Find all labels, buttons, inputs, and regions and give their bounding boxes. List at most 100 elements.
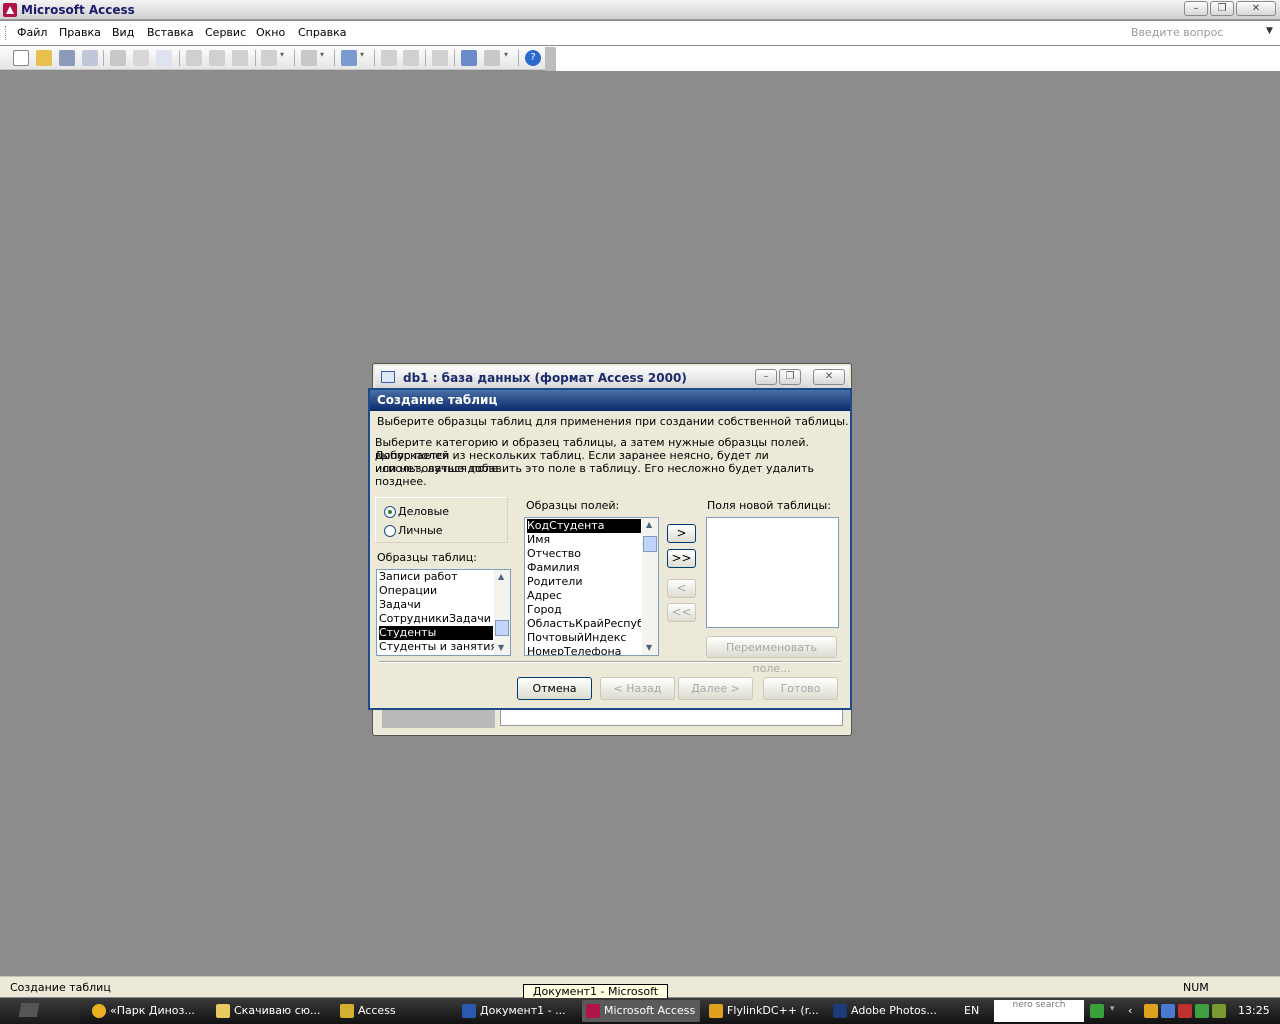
links-dropdown-icon[interactable]: ▾ (320, 50, 328, 66)
properties-icon[interactable] (432, 50, 448, 66)
access-icon[interactable] (3, 3, 17, 17)
spelling-icon[interactable] (156, 50, 172, 66)
relationships-icon[interactable] (461, 50, 477, 66)
list-item[interactable]: ОбластьКрайРеспубли (527, 617, 641, 631)
menu-grip[interactable] (5, 26, 8, 40)
new-fields-list[interactable] (706, 517, 839, 628)
menu-view[interactable]: Вид (112, 26, 134, 39)
list-item[interactable]: НомерТелефона (527, 645, 621, 655)
language-indicator[interactable]: EN (964, 1004, 979, 1017)
scroll-up-icon[interactable]: ▲ (646, 520, 652, 529)
new-object-icon[interactable] (484, 50, 500, 66)
task-word[interactable]: Документ1 - ... (458, 1000, 576, 1022)
radio-business-label[interactable]: Деловые (398, 505, 449, 518)
task-flylink[interactable]: FlylinkDC++ (r... (705, 1000, 823, 1022)
minimize-button[interactable]: – (1184, 1, 1208, 16)
print-icon[interactable] (110, 50, 126, 66)
list-item[interactable]: Записи работ (379, 570, 457, 584)
cancel-button[interactable]: Отмена (517, 677, 592, 700)
back-button[interactable]: < Назад (600, 677, 675, 700)
remove-field-button[interactable]: < (667, 579, 696, 598)
radio-personal[interactable] (384, 525, 396, 537)
scroll-down-icon[interactable]: ▼ (498, 643, 504, 652)
arrow-tray-icon[interactable] (1090, 1004, 1104, 1018)
remove-all-fields-button[interactable]: << (667, 603, 696, 622)
list-item[interactable]: Город (527, 603, 562, 617)
analyze-dropdown-icon[interactable]: ▾ (360, 50, 368, 66)
help-search-input[interactable]: Введите вопрос (1131, 26, 1276, 39)
menu-edit[interactable]: Правка (59, 26, 101, 39)
nero-search-box[interactable]: nero search (994, 1000, 1084, 1022)
undo-icon[interactable] (261, 50, 277, 66)
close-button[interactable]: ✕ (1236, 1, 1276, 16)
open-folder-icon[interactable] (36, 50, 52, 66)
add-field-button[interactable]: > (667, 524, 696, 543)
undo-dropdown-icon[interactable]: ▾ (280, 50, 288, 66)
office-links-icon[interactable] (301, 50, 317, 66)
code-icon[interactable] (381, 50, 397, 66)
tray-expand-icon[interactable]: ‹ (1128, 1004, 1142, 1018)
menu-window[interactable]: Окно (256, 26, 285, 39)
network-tray-icon[interactable] (1161, 1004, 1175, 1018)
db-close-button[interactable]: ✕ (813, 369, 845, 385)
database-window-titlebar[interactable]: db1 : база данных (формат Access 2000) –… (375, 366, 849, 388)
list-item[interactable]: Операции (379, 584, 437, 598)
copy-icon[interactable] (209, 50, 225, 66)
task-photoshop[interactable]: Adobe Photos... (829, 1000, 947, 1022)
task-folder[interactable]: Скачиваю сю... (212, 1000, 330, 1022)
new-object-dropdown-icon[interactable]: ▾ (504, 50, 512, 66)
script-icon[interactable] (403, 50, 419, 66)
list-item[interactable]: Отчество (527, 547, 581, 561)
help-icon[interactable]: ? (525, 50, 541, 66)
list-item[interactable]: Студенты и занятия (379, 640, 497, 654)
list-item[interactable]: Фамилия (527, 561, 579, 575)
cut-icon[interactable] (186, 50, 202, 66)
scroll-thumb[interactable] (643, 536, 657, 552)
add-all-fields-button[interactable]: >> (667, 549, 696, 568)
restore-button[interactable]: ❐ (1210, 1, 1234, 16)
chevron-down-icon[interactable]: ▼ (1266, 26, 1273, 36)
menu-insert[interactable]: Вставка (147, 26, 194, 39)
menu-file[interactable]: Файл (17, 26, 47, 39)
nvidia-tray-icon[interactable] (1212, 1004, 1226, 1018)
next-button[interactable]: Далее > (678, 677, 753, 700)
antivirus-tray-icon[interactable] (1178, 1004, 1192, 1018)
start-button[interactable] (0, 998, 80, 1024)
print-preview-icon[interactable] (133, 50, 149, 66)
task-access-db[interactable]: Access (336, 1000, 446, 1022)
task-chrome[interactable]: «Парк Диноз... (88, 1000, 206, 1022)
db-restore-button[interactable]: ❐ (779, 369, 801, 385)
list-item[interactable]: Имя (527, 533, 550, 547)
new-file-icon[interactable] (13, 50, 29, 66)
scroll-up-icon[interactable]: ▲ (498, 572, 504, 581)
finish-button[interactable]: Готово (763, 677, 838, 700)
scroll-down-icon[interactable]: ▼ (646, 643, 652, 652)
list-item-selected[interactable]: КодСтудента (527, 519, 641, 533)
list-item[interactable]: ПочтовыйИндекс (527, 631, 626, 645)
rename-field-button[interactable]: Переименовать поле... (706, 636, 837, 675)
wizard-titlebar[interactable]: Создание таблиц (370, 390, 850, 411)
update-tray-icon[interactable] (1195, 1004, 1209, 1018)
radio-business[interactable] (384, 506, 396, 518)
menu-help[interactable]: Справка (298, 26, 346, 39)
list-item[interactable]: СотрудникиЗадачи (379, 612, 491, 626)
butterfly-tray-icon[interactable] (1144, 1004, 1158, 1018)
task-microsoft-access[interactable]: Microsoft Access (582, 1000, 700, 1022)
list-item[interactable]: Адрес (527, 589, 562, 603)
search-file-icon[interactable] (82, 50, 98, 66)
paste-icon[interactable] (232, 50, 248, 66)
radio-personal-label[interactable]: Личные (398, 524, 443, 537)
sample-tables-list[interactable]: Записи работ Операции Задачи СотрудникиЗ… (376, 569, 511, 656)
list-item-selected[interactable]: Студенты (379, 626, 493, 640)
list-item[interactable]: Задачи (379, 598, 421, 612)
save-icon[interactable] (59, 50, 75, 66)
tray-dropdown-icon[interactable]: ▾ (1110, 1004, 1124, 1018)
fields-scrollbar[interactable]: ▲ ▼ (642, 518, 658, 655)
clock[interactable]: 13:25 (1238, 1004, 1270, 1017)
list-item[interactable]: Родители (527, 575, 582, 589)
sample-fields-list[interactable]: КодСтудента Имя Отчество Фамилия Родител… (524, 517, 659, 656)
menu-tools[interactable]: Сервис (205, 26, 246, 39)
scroll-thumb[interactable] (495, 620, 509, 636)
analyze-icon[interactable] (341, 50, 357, 66)
db-minimize-button[interactable]: – (755, 369, 777, 385)
